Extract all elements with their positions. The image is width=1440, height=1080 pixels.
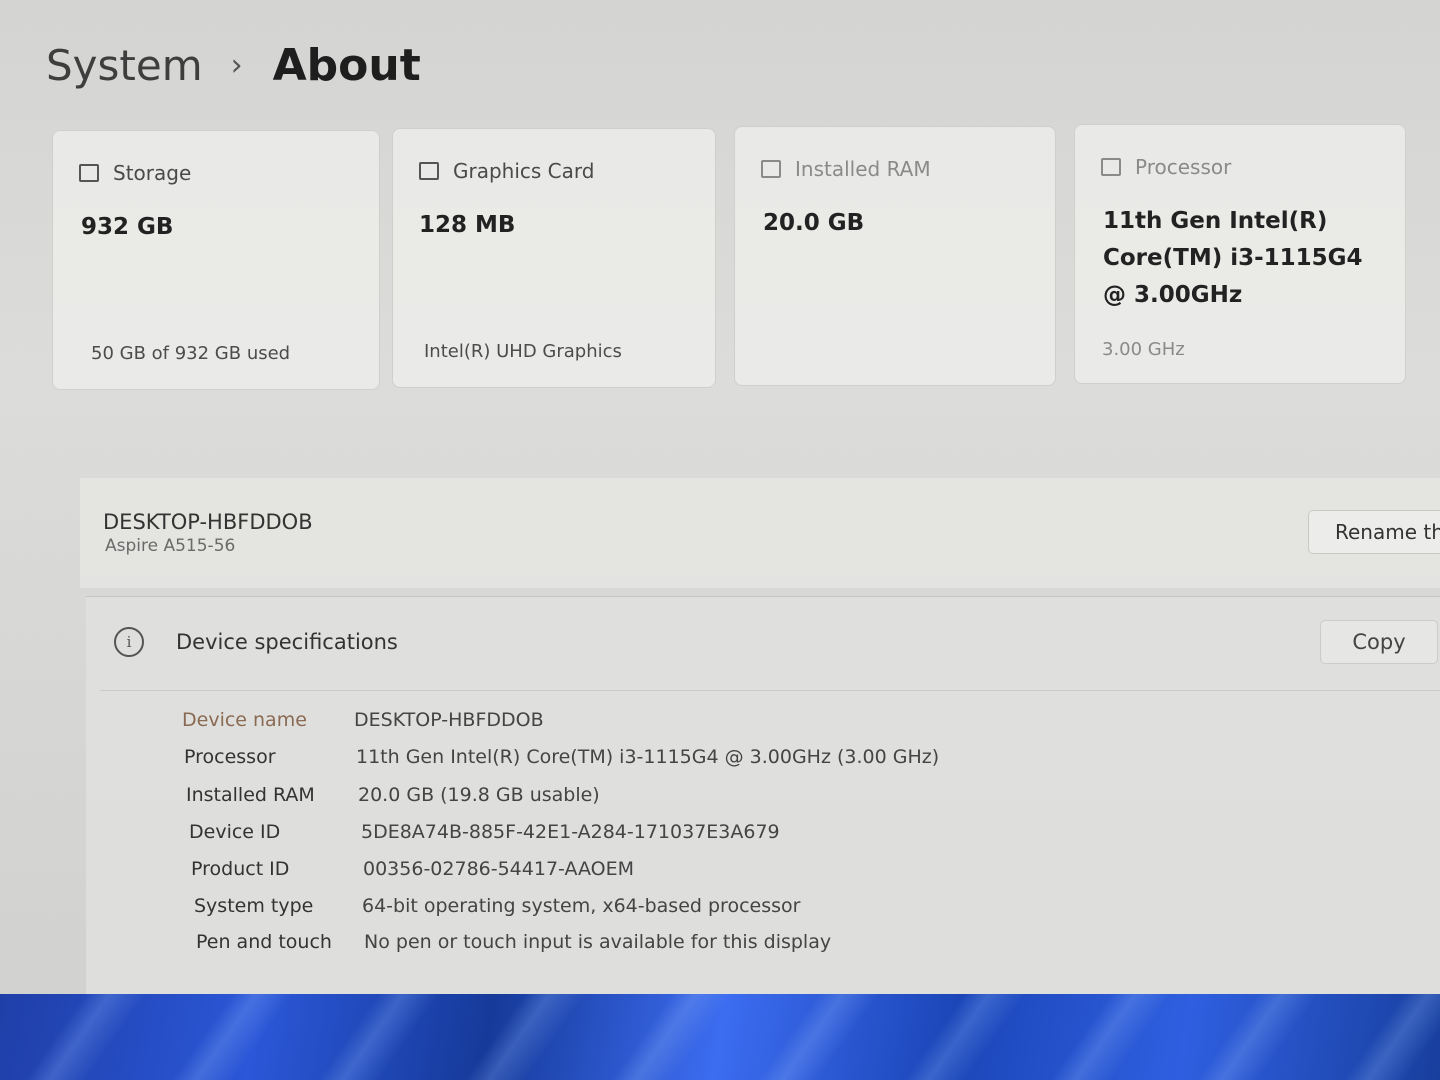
processor-card[interactable]: Processor 11th Gen Intel(R) Core(TM) i3-… — [1074, 124, 1406, 384]
installed-ram-value: 20.0 GB — [763, 210, 865, 236]
spec-value: DESKTOP-HBFDDOB — [354, 709, 544, 731]
device-name-panel: DESKTOP-HBFDDOB Aspire A515-56 — [80, 478, 1440, 588]
wallpaper-swirl — [0, 994, 1440, 1080]
spec-value: 11th Gen Intel(R) Core(TM) i3-1115G4 @ 3… — [356, 746, 940, 768]
graphics-card-icon — [419, 162, 439, 180]
processor-speed: 3.00 GHz — [1102, 339, 1185, 360]
spec-label: Device ID — [189, 821, 281, 843]
info-icon: i — [114, 627, 144, 657]
spec-value: No pen or touch input is available for t… — [364, 931, 832, 953]
spec-value: 5DE8A74B-885F-42E1-A284-171037E3A679 — [361, 821, 780, 843]
storage-card[interactable]: Storage 932 GB 50 GB of 932 GB used — [52, 130, 380, 390]
ram-icon — [761, 160, 781, 178]
processor-label: Processor — [1135, 155, 1232, 179]
spec-label: Installed RAM — [186, 784, 315, 806]
storage-value: 932 GB — [81, 214, 174, 240]
storage-label: Storage — [113, 161, 192, 185]
graphics-adapter-name: Intel(R) UHD Graphics — [424, 341, 622, 362]
spec-label: System type — [194, 895, 314, 917]
divider — [100, 690, 1440, 691]
processor-value: 11th Gen Intel(R) Core(TM) i3-1115G4 @ 3… — [1103, 208, 1363, 308]
device-name-heading: DESKTOP-HBFDDOB — [103, 510, 313, 534]
page-title: About — [272, 40, 421, 91]
copy-button[interactable]: Copy — [1320, 620, 1438, 664]
rename-pc-button[interactable]: Rename th — [1308, 510, 1440, 554]
installed-ram-card[interactable]: Installed RAM 20.0 GB — [734, 126, 1056, 386]
spec-value: 64-bit operating system, x64-based proce… — [362, 895, 801, 917]
spec-label: Pen and touch — [196, 931, 332, 953]
spec-label: Processor — [184, 746, 276, 768]
graphics-card[interactable]: Graphics Card 128 MB Intel(R) UHD Graphi… — [392, 128, 716, 388]
device-specifications-title[interactable]: Device specifications — [176, 630, 398, 654]
storage-icon — [79, 164, 99, 182]
device-model: Aspire A515-56 — [105, 536, 236, 556]
graphics-card-label: Graphics Card — [453, 159, 595, 183]
spec-value: 00356-02786-54417-AAOEM — [363, 858, 635, 880]
installed-ram-label: Installed RAM — [795, 157, 931, 181]
spec-label: Device name — [182, 709, 307, 731]
spec-value: 20.0 GB (19.8 GB usable) — [358, 784, 600, 806]
breadcrumb-system-link[interactable]: System — [46, 41, 203, 90]
processor-icon — [1101, 158, 1121, 176]
storage-usage: 50 GB of 932 GB used — [91, 343, 291, 364]
spec-label: Product ID — [191, 858, 290, 880]
chevron-right-icon: › — [230, 48, 243, 83]
breadcrumb: System › About — [46, 40, 421, 91]
graphics-memory-value: 128 MB — [419, 212, 516, 238]
